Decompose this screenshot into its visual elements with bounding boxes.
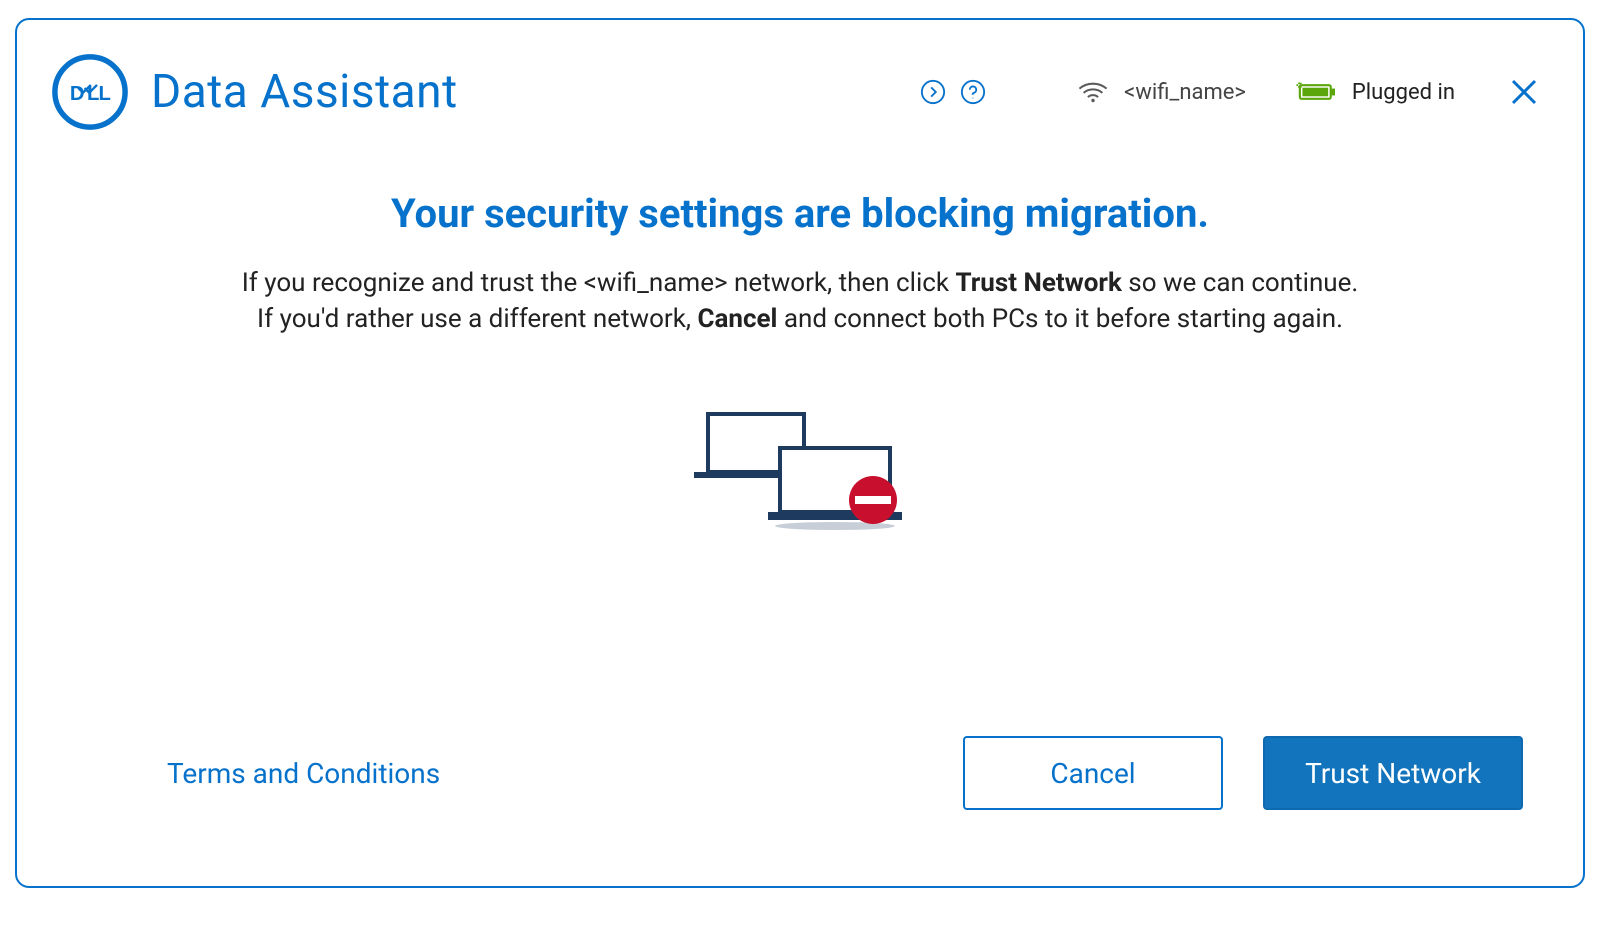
headline: Your security settings are blocking migr… — [391, 190, 1209, 237]
wifi-status: <wifi_name> — [1076, 80, 1246, 105]
power-status-label: Plugged in — [1352, 80, 1455, 105]
close-button[interactable] — [1505, 73, 1543, 111]
wifi-icon — [1076, 80, 1110, 104]
trust-network-button[interactable]: Trust Network — [1263, 736, 1523, 810]
footer-bar: Terms and Conditions Cancel Trust Networ… — [17, 708, 1583, 886]
line2-bold-cancel: Cancel — [697, 304, 777, 334]
header-icon-group — [920, 79, 986, 105]
app-window: D LL Data Assistant — [15, 18, 1585, 888]
power-status: Plugged in — [1296, 80, 1455, 105]
help-icon[interactable] — [960, 79, 986, 105]
close-icon — [1509, 77, 1539, 107]
main-content: Your security settings are blocking migr… — [17, 142, 1583, 708]
line1-mid: network, then click — [734, 268, 955, 298]
line1-bold-trust: Trust Network — [956, 268, 1122, 298]
line1-pre: If you recognize and trust the — [242, 268, 584, 298]
next-step-icon[interactable] — [920, 79, 946, 105]
line2-pre: If you'd rather use a different network, — [257, 304, 697, 334]
two-laptops-blocked-icon — [690, 408, 910, 548]
line2-post: and connect both PCs to it before starti… — [784, 304, 1343, 334]
cancel-button[interactable]: Cancel — [963, 736, 1223, 810]
instruction-text: If you recognize and trust the <wifi_nam… — [242, 265, 1359, 338]
battery-plugged-icon — [1296, 80, 1338, 104]
line1-wifi: <wifi_name> — [584, 265, 728, 301]
dell-logo-icon: D LL — [51, 53, 129, 131]
terms-link[interactable]: Terms and Conditions — [167, 757, 440, 790]
header-bar: D LL Data Assistant — [17, 20, 1583, 142]
app-title: Data Assistant — [151, 65, 458, 119]
line1-post: so we can continue. — [1128, 268, 1358, 298]
wifi-name-label: <wifi_name> — [1124, 80, 1246, 105]
brand-group: D LL Data Assistant — [51, 53, 458, 131]
